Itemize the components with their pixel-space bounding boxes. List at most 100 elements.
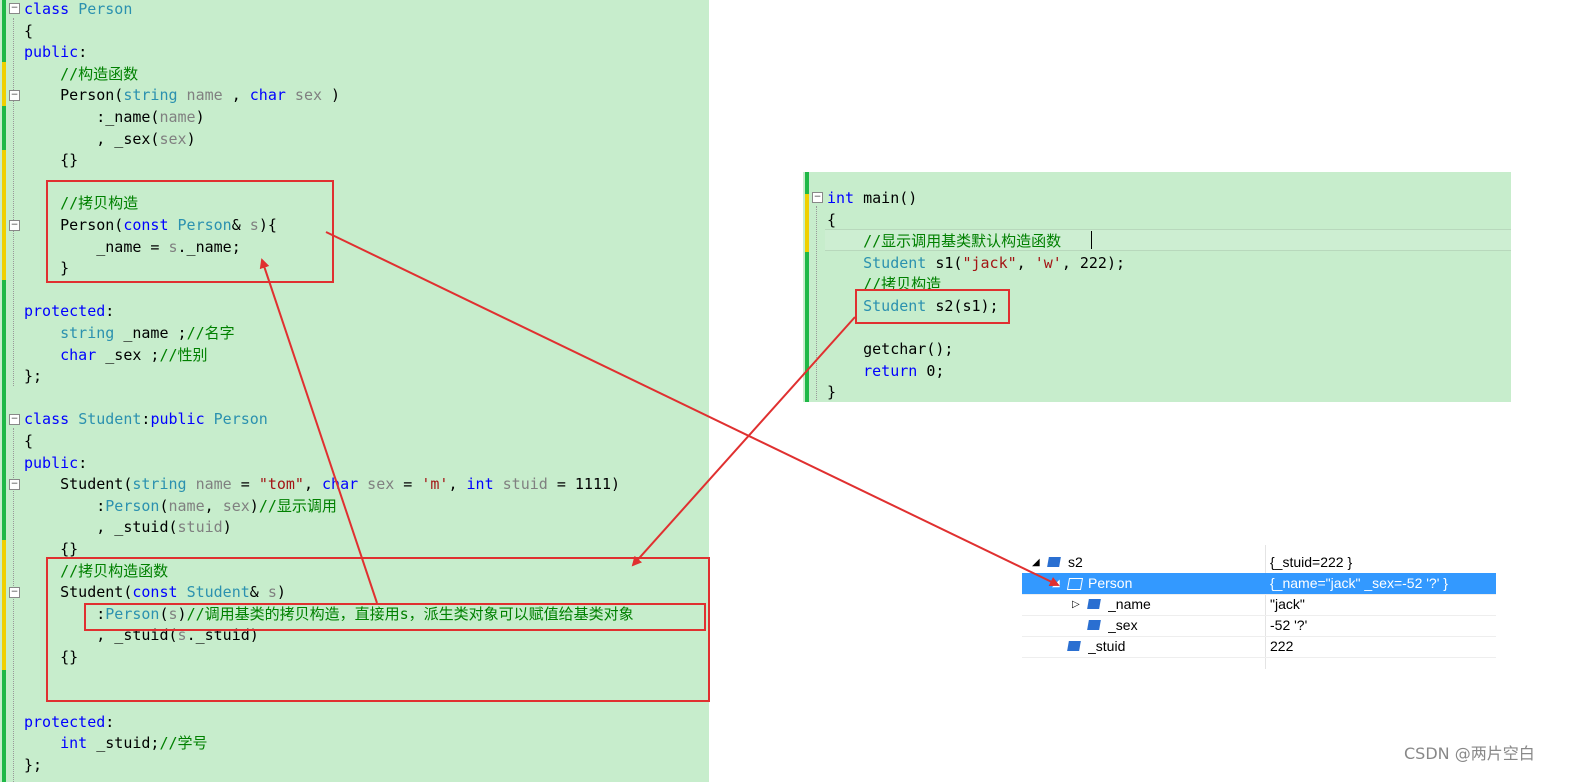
watch-row[interactable]: ◢ Person {_name="jack" _sex=-52 '?' }: [1022, 573, 1496, 595]
code-token: //显示调用: [258, 496, 337, 515]
code-line[interactable]: protected:: [24, 300, 114, 322]
code-token: 'w': [1034, 253, 1062, 272]
change-bar: [805, 172, 809, 194]
code-token: ,: [1016, 253, 1035, 272]
change-bar: [2, 62, 6, 106]
code-line[interactable]: , _sex(sex): [24, 128, 195, 150]
change-bar: [805, 312, 809, 402]
code-token: s1(: [926, 253, 963, 272]
code-line[interactable]: }: [827, 381, 836, 403]
collapse-icon[interactable]: −: [9, 414, 20, 425]
expand-icon[interactable]: ▷: [1072, 594, 1080, 615]
change-bar: [2, 106, 6, 150]
collapse-icon[interactable]: ◢: [1032, 552, 1040, 573]
code-token: = 1111): [547, 475, 621, 494]
watch-value[interactable]: "jack": [1270, 594, 1494, 615]
code-token: ,: [222, 86, 250, 105]
code-line[interactable]: //构造函数: [24, 63, 138, 85]
code-line[interactable]: public:: [24, 452, 87, 474]
code-token: //构造函数: [24, 64, 139, 83]
code-token: :: [105, 712, 115, 731]
code-token: Student: [78, 410, 142, 429]
code-token: sex: [222, 496, 250, 515]
code-token: };: [24, 367, 43, 386]
left-code-editor[interactable]: − − − − − − class Person{public: //构造函数 …: [0, 0, 710, 782]
code-token: {}: [24, 540, 79, 558]
code-token: int: [827, 189, 855, 207]
change-bar: [2, 0, 6, 62]
protected-field-icon: [1087, 620, 1101, 630]
code-line[interactable]: class Student:public Person: [24, 408, 268, 430]
code-token: "jack": [962, 253, 1017, 272]
scope-guide: [816, 206, 818, 400]
code-line[interactable]: string _name ;//名字: [24, 322, 235, 344]
code-token: , _sex(: [24, 129, 160, 148]
code-token: }: [827, 383, 837, 402]
watch-value[interactable]: {_name="jack" _sex=-52 '?' }: [1270, 573, 1494, 594]
code-line[interactable]: Student(string name = "tom", char sex = …: [24, 473, 620, 495]
watch-name: s2: [1068, 554, 1083, 570]
watch-row[interactable]: ◢ s2 {_stuid=222 }: [1022, 552, 1496, 574]
scope-guide: [13, 18, 15, 386]
code-line[interactable]: };: [24, 754, 42, 776]
watch-value[interactable]: 222: [1270, 636, 1494, 657]
code-token: int: [24, 734, 88, 753]
code-line[interactable]: protected:: [24, 711, 114, 733]
collapse-icon[interactable]: −: [9, 587, 20, 598]
code-line[interactable]: {: [24, 20, 33, 42]
code-token: string: [24, 324, 115, 342]
code-line[interactable]: char _sex ;//性别: [24, 344, 208, 366]
code-token: :: [105, 302, 115, 321]
code-line[interactable]: , _stuid(stuid): [24, 516, 231, 538]
code-line[interactable]: :Person(name, sex)//显示调用: [24, 495, 337, 517]
code-token: getchar();: [827, 340, 954, 359]
watch-value[interactable]: {_stuid=222 }: [1270, 552, 1494, 573]
code-token: ): [322, 86, 341, 105]
change-bar: [805, 252, 809, 312]
collapse-icon[interactable]: −: [9, 479, 20, 490]
code-line[interactable]: {: [827, 209, 836, 231]
code-line[interactable]: {: [24, 430, 33, 452]
code-line[interactable]: :_name(name): [24, 106, 204, 128]
collapse-icon[interactable]: −: [812, 192, 823, 203]
watch-row[interactable]: _stuid 222: [1022, 636, 1496, 658]
code-token: class: [24, 0, 79, 18]
watch-row[interactable]: _sex -52 '?': [1022, 615, 1496, 637]
watch-row[interactable]: ▷ _name "jack": [1022, 594, 1496, 616]
main-code-editor[interactable]: − int main(){ //显示调用基类默认构造函数 Student s1(…: [803, 172, 1511, 402]
collapse-icon[interactable]: −: [9, 90, 20, 101]
code-token: {: [24, 21, 34, 40]
code-line[interactable]: public:: [24, 41, 87, 63]
collapse-icon[interactable]: ◢: [1052, 573, 1060, 594]
code-token: name: [177, 86, 223, 105]
code-line[interactable]: Person(string name , char sex ): [24, 84, 340, 106]
code-token: Person: [105, 496, 160, 515]
code-token: {: [827, 210, 837, 229]
annotation-box: [855, 289, 1010, 324]
code-token: :: [24, 496, 106, 515]
base-class-icon: [1066, 578, 1084, 590]
code-line[interactable]: int main(): [827, 187, 917, 209]
code-token: public: [24, 43, 79, 62]
code-token: //性别: [159, 345, 208, 364]
change-bar: [2, 540, 6, 670]
watch-value[interactable]: -52 '?': [1270, 615, 1494, 636]
code-token: {}: [24, 151, 79, 170]
code-line[interactable]: //显示调用基类默认构造函数: [827, 230, 1061, 252]
code-token: :_name(: [24, 108, 160, 126]
code-line[interactable]: return 0;: [827, 360, 944, 382]
code-line[interactable]: class Person: [24, 0, 132, 20]
annotation-box: [84, 603, 706, 631]
code-line[interactable]: Student s1("jack", 'w', 222);: [827, 252, 1125, 274]
collapse-icon[interactable]: −: [9, 3, 20, 14]
code-line[interactable]: int _stuid;//学号: [24, 732, 207, 754]
watch-window[interactable]: ◢ s2 {_stuid=222 } ◢ Person {_name="jack" _se…: [1022, 545, 1496, 669]
code-token: public: [150, 410, 214, 429]
code-token: class: [24, 410, 79, 429]
code-line[interactable]: getchar();: [827, 338, 953, 360]
code-token: //显示调用基类默认构造函数: [827, 232, 1062, 251]
code-line[interactable]: };: [24, 365, 42, 387]
code-token: stuid: [177, 518, 223, 537]
code-line[interactable]: {}: [24, 149, 78, 171]
collapse-icon[interactable]: −: [9, 220, 20, 231]
